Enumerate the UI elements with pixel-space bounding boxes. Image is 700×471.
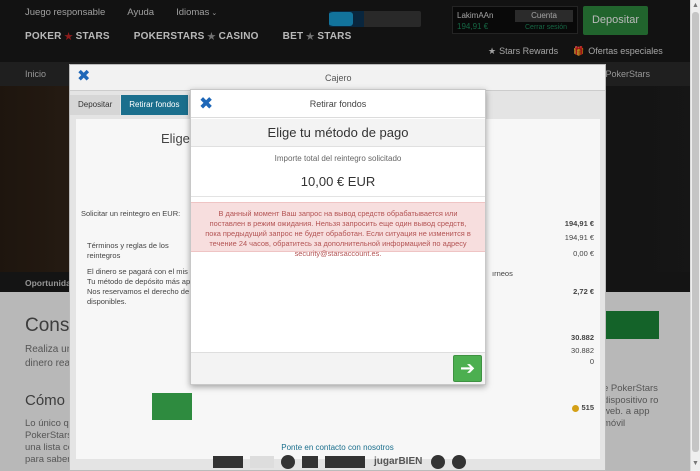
- dialog-header: ✖ Retirar fondos: [191, 90, 485, 118]
- request-label: Solicitar un reintegro en EUR:: [81, 209, 181, 218]
- terms-item: Nos reservamos el derecho de disponibles…: [87, 287, 190, 306]
- points-value: 30.882: [571, 346, 594, 355]
- scroll-thumb[interactable]: [692, 12, 699, 452]
- balance-value: 0,00 €: [573, 249, 594, 258]
- coins-value: 515: [572, 403, 594, 412]
- cashier-header: ✖ Cajero: [70, 65, 605, 91]
- cashier-title: Cajero: [325, 73, 352, 83]
- jugar-bien-logo: jugarBIEN: [374, 456, 423, 467]
- scroll-down-icon[interactable]: ▼: [692, 460, 699, 467]
- scroll-up-icon[interactable]: ▲: [692, 2, 699, 9]
- regulator-logo: [213, 456, 243, 468]
- dialog-title: Retirar fondos: [309, 99, 367, 109]
- amount-value: 10,00 € EUR: [300, 174, 376, 189]
- arrow-right-icon: ➔: [459, 358, 476, 378]
- contact-link[interactable]: Ponte en contacto con nosotros: [70, 443, 605, 452]
- cashier-action-button[interactable]: [152, 393, 192, 420]
- balance-label: ırneos: [492, 269, 513, 278]
- balance-value: 194,91 €: [564, 219, 594, 228]
- terms-item: Tu método de depósito más ap: [87, 277, 191, 286]
- regulator-logos: jugarBIEN: [213, 455, 467, 469]
- terms-item: El dinero se pagará con el mis: [87, 267, 188, 276]
- close-icon[interactable]: ✖: [77, 69, 90, 85]
- pending-alert: В данный момент Ваш запрос на вывод сред…: [191, 202, 485, 258]
- terms-block: Términos y reglas de los reintegros El d…: [87, 241, 197, 307]
- coin-icon: [572, 404, 580, 412]
- divider: [191, 196, 485, 197]
- regulator-logo: [431, 455, 446, 469]
- balance-value: 194,91 €: [564, 233, 594, 242]
- tab-withdraw[interactable]: Retirar fondos: [121, 95, 188, 115]
- amount-label: Importe total del reintegro solicitado: [274, 154, 402, 163]
- terms-title: Términos y reglas de los reintegros: [87, 241, 169, 260]
- points-value: 0: [589, 357, 594, 366]
- regulator-logo: [452, 455, 467, 469]
- tab-deposit[interactable]: Depositar: [70, 95, 121, 115]
- next-button[interactable]: ➔: [453, 355, 482, 382]
- cashier-heading: Elige: [161, 131, 190, 146]
- dialog-footer: [191, 352, 485, 384]
- points-value: 30.882: [571, 333, 594, 342]
- regulator-logo: [302, 456, 318, 468]
- dialog-subtitle: Elige tu método de pago: [191, 119, 485, 147]
- withdraw-dialog: ✖ Retirar fondos Elige tu método de pago…: [190, 89, 486, 385]
- regulator-logo: [250, 456, 274, 468]
- regulator-logo: [281, 455, 295, 469]
- regulator-logo: [325, 456, 365, 468]
- balance-value: 2,72 €: [573, 287, 594, 296]
- page-scrollbar[interactable]: ▲ ▼: [690, 0, 700, 471]
